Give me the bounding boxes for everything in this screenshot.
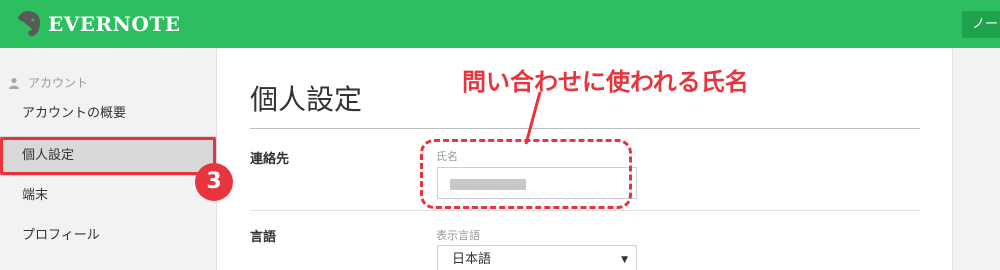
elephant-logo-icon xyxy=(18,11,41,37)
sidebar-section-account: アカウント xyxy=(8,74,88,91)
callout-pointer-line xyxy=(524,91,542,145)
section-divider xyxy=(250,210,920,211)
sidebar-item-account-overview[interactable]: アカウントの概要 xyxy=(0,94,217,134)
page-title: 個人設定 xyxy=(250,83,363,116)
right-panel xyxy=(952,48,1000,270)
annotation-callout: 問い合わせに使われる氏名 xyxy=(462,68,749,96)
language-section-label: 言語 xyxy=(250,230,277,245)
new-note-button[interactable]: ノー xyxy=(962,11,1000,38)
redacted-name-bar xyxy=(450,179,526,190)
step-badge: 3 xyxy=(195,163,233,201)
name-field-label: 氏名 xyxy=(436,150,458,163)
evernote-settings-page: EVERNOTE ノー アカウント アカウントの概要 個人設定 端末 プロフィー… xyxy=(0,0,1000,270)
display-language-label: 表示言語 xyxy=(436,229,480,242)
display-language-value: 日本語 xyxy=(452,252,492,267)
contact-section-label: 連絡先 xyxy=(250,152,290,167)
dropdown-arrow-icon: ▼ xyxy=(621,255,628,265)
title-divider xyxy=(250,128,920,129)
sidebar-section-label: アカウント xyxy=(28,76,89,90)
sidebar-item-devices[interactable]: 端末 xyxy=(0,176,217,216)
display-language-select[interactable]: 日本語 ▼ xyxy=(437,245,637,270)
sidebar-item-profile[interactable]: プロフィール xyxy=(0,216,217,256)
person-icon xyxy=(9,77,19,89)
sidebar: アカウント アカウントの概要 個人設定 端末 プロフィール xyxy=(0,48,217,270)
name-input[interactable] xyxy=(437,167,637,199)
top-bar: EVERNOTE ノー xyxy=(0,0,1000,48)
evernote-logo[interactable]: EVERNOTE xyxy=(14,8,180,40)
brand-name: EVERNOTE xyxy=(48,12,181,36)
sidebar-item-personal-settings[interactable]: 個人設定 xyxy=(0,136,217,176)
